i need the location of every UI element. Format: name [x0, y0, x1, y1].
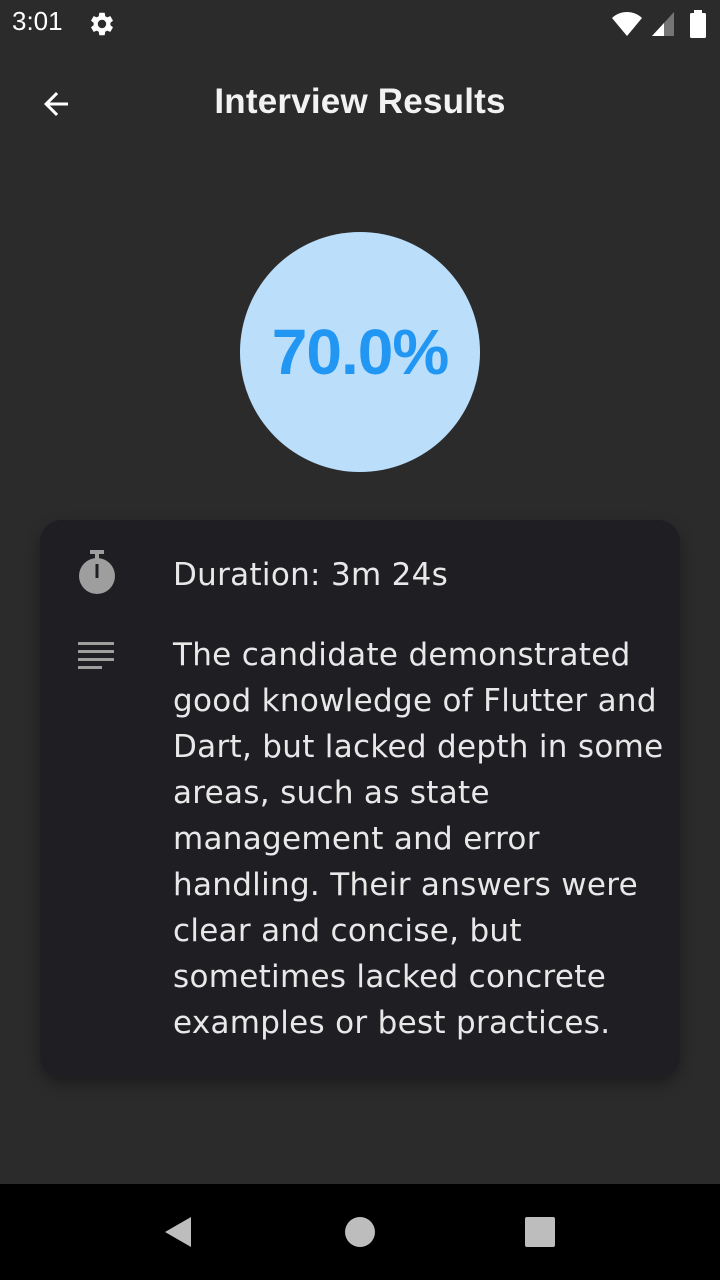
home-circle-icon [345, 1217, 375, 1247]
signal-icon [651, 12, 674, 36]
wifi-icon [612, 12, 643, 36]
app-bar: Interview Results [0, 56, 720, 152]
duration-row: Duration: 3m 24s [76, 550, 650, 602]
nav-recents-button[interactable] [516, 1208, 564, 1256]
gear-icon [88, 10, 116, 38]
score-value: 70.0% [271, 316, 449, 388]
recents-square-icon [525, 1217, 555, 1247]
summary-text: The candidate demonstrated good knowledg… [173, 637, 664, 1041]
system-nav-bar [0, 1184, 720, 1280]
results-card: Duration: 3m 24s The candidate demonstra… [40, 520, 680, 1078]
battery-icon [690, 10, 706, 38]
nav-home-button[interactable] [336, 1208, 384, 1256]
page-title: Interview Results [214, 82, 506, 121]
duration-text: Duration: 3m 24s [173, 557, 449, 593]
status-bar: 3:01 [0, 0, 720, 48]
status-icons [611, 10, 708, 38]
status-time: 3:01 [12, 6, 63, 36]
score-circle: 70.0% [240, 232, 480, 472]
notes-icon [76, 632, 118, 678]
interview-results-screen: 3:01 Interview Results 70.0% Duration: 3… [0, 0, 720, 1280]
back-triangle-icon [165, 1217, 191, 1247]
timer-icon [76, 550, 118, 596]
nav-back-button[interactable] [154, 1208, 202, 1256]
